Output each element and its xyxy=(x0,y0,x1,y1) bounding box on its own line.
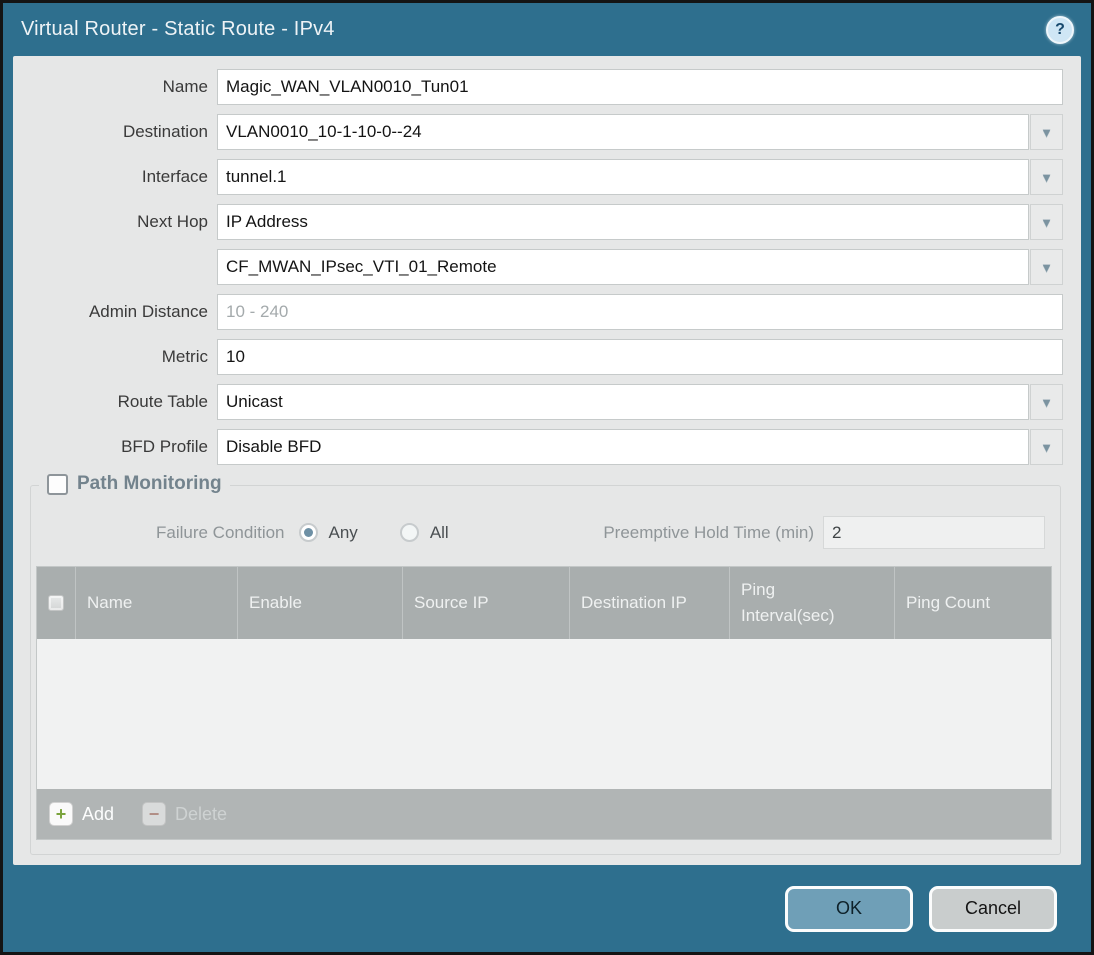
route-table-row: Route Table ▼ xyxy=(13,384,1063,420)
route-table-dropdown-button[interactable]: ▼ xyxy=(1030,384,1063,420)
next-hop-type-input[interactable] xyxy=(217,204,1029,240)
help-icon[interactable]: ? xyxy=(1046,16,1074,44)
chevron-down-icon: ▼ xyxy=(1040,259,1053,275)
cancel-button[interactable]: Cancel xyxy=(929,885,1057,932)
table-header-checkbox-cell xyxy=(37,567,75,639)
path-monitoring-legend: Path Monitoring xyxy=(39,473,230,495)
column-label: Source IP xyxy=(414,593,489,612)
bfd-profile-field: ▼ xyxy=(217,429,1063,465)
ok-button[interactable]: OK xyxy=(785,885,913,932)
bfd-profile-label: BFD Profile xyxy=(121,437,208,456)
route-table-label: Route Table xyxy=(117,392,208,411)
failure-condition-all-label: All xyxy=(429,522,449,542)
select-all-checkbox[interactable] xyxy=(48,595,64,611)
add-button[interactable]: + Add xyxy=(49,802,114,826)
destination-row: Destination ▼ xyxy=(13,114,1063,150)
failure-condition-any-option[interactable]: Any xyxy=(298,522,358,543)
dialog-title: Virtual Router - Static Route - IPv4 xyxy=(21,18,335,40)
admin-distance-input[interactable] xyxy=(217,294,1063,330)
chevron-down-icon: ▼ xyxy=(1040,394,1053,410)
interface-label: Interface xyxy=(141,167,208,186)
destination-input[interactable] xyxy=(217,114,1029,150)
admin-distance-field xyxy=(217,294,1063,330)
chevron-down-icon: ▼ xyxy=(1040,439,1053,455)
next-hop-row: Next Hop ▼ xyxy=(13,204,1063,240)
dialog-body: Name Destination ▼ Interface ▼ xyxy=(13,56,1081,865)
route-table-input[interactable] xyxy=(217,384,1029,420)
next-hop-dropdown-button[interactable]: ▼ xyxy=(1030,204,1063,240)
destination-dropdown-button[interactable]: ▼ xyxy=(1030,114,1063,150)
failure-condition-radio-group: Any All xyxy=(298,522,449,543)
table-toolbar: + Add − Delete xyxy=(37,789,1051,839)
table-empty-body xyxy=(37,639,1051,789)
title-bar: Virtual Router - Static Route - IPv4 ? xyxy=(3,3,1091,53)
chevron-down-icon: ▼ xyxy=(1040,214,1053,230)
delete-button-label: Delete xyxy=(175,803,228,824)
next-hop-address-field: ▼ xyxy=(217,249,1063,285)
bfd-profile-row: BFD Profile ▼ xyxy=(13,429,1063,465)
next-hop-address-input[interactable] xyxy=(217,249,1029,285)
interface-field: ▼ xyxy=(217,159,1063,195)
table-header-ping-count[interactable]: Ping Count xyxy=(894,567,1051,639)
table-header-destination-ip[interactable]: Destination IP xyxy=(569,567,729,639)
next-hop-label: Next Hop xyxy=(137,212,208,231)
column-label: Enable xyxy=(249,593,302,612)
name-input[interactable] xyxy=(217,69,1063,105)
table-header-row: Name Enable Source IP Destination IP Pin… xyxy=(37,567,1051,639)
metric-field xyxy=(217,339,1063,375)
name-row: Name xyxy=(13,69,1063,105)
failure-condition-row: Failure Condition Any All Preemptive Hol… xyxy=(36,516,1052,549)
admin-distance-row: Admin Distance xyxy=(13,294,1063,330)
help-icon-glyph: ? xyxy=(1055,21,1065,38)
column-label: Ping Interval(sec) xyxy=(741,579,835,625)
radio-selected-icon xyxy=(298,523,318,542)
interface-input[interactable] xyxy=(217,159,1029,195)
column-label: Destination IP xyxy=(581,593,687,612)
static-route-dialog: Virtual Router - Static Route - IPv4 ? N… xyxy=(0,0,1094,955)
bfd-profile-input[interactable] xyxy=(217,429,1029,465)
destination-field: ▼ xyxy=(217,114,1063,150)
interface-dropdown-button[interactable]: ▼ xyxy=(1030,159,1063,195)
preemptive-hold-time-label: Preemptive Hold Time (min) xyxy=(603,522,814,542)
minus-icon: − xyxy=(142,802,167,826)
path-monitoring-checkbox[interactable] xyxy=(47,473,68,495)
table-header-ping-interval[interactable]: Ping Interval(sec) xyxy=(729,567,894,639)
failure-condition-all-option[interactable]: All xyxy=(399,522,449,543)
add-button-label: Add xyxy=(82,803,115,824)
table-header-enable[interactable]: Enable xyxy=(237,567,402,639)
metric-input[interactable] xyxy=(217,339,1063,375)
plus-icon: + xyxy=(49,802,73,826)
failure-condition-any-label: Any xyxy=(328,522,358,542)
next-hop-address-row: ▼ xyxy=(13,249,1063,285)
next-hop-address-dropdown-button[interactable]: ▼ xyxy=(1030,249,1063,285)
chevron-down-icon: ▼ xyxy=(1040,124,1053,140)
failure-condition-label: Failure Condition xyxy=(156,522,285,542)
path-monitoring-title: Path Monitoring xyxy=(77,473,222,494)
metric-label: Metric xyxy=(161,347,208,366)
route-table-field: ▼ xyxy=(217,384,1063,420)
name-label: Name xyxy=(162,77,208,96)
table-header-name[interactable]: Name xyxy=(75,567,237,639)
admin-distance-label: Admin Distance xyxy=(88,302,208,321)
path-monitoring-section: Path Monitoring Failure Condition Any Al… xyxy=(30,473,1061,855)
table-header-source-ip[interactable]: Source IP xyxy=(402,567,569,639)
metric-row: Metric xyxy=(13,339,1063,375)
dialog-footer: OK Cancel xyxy=(3,865,1091,952)
radio-unselected-icon xyxy=(399,523,419,542)
next-hop-field: ▼ xyxy=(217,204,1063,240)
name-field xyxy=(217,69,1063,105)
preemptive-hold-time-input[interactable] xyxy=(823,516,1045,549)
column-label: Name xyxy=(87,593,133,612)
path-monitoring-table: Name Enable Source IP Destination IP Pin… xyxy=(36,566,1052,840)
chevron-down-icon: ▼ xyxy=(1040,169,1053,185)
delete-button[interactable]: − Delete xyxy=(142,802,227,826)
destination-label: Destination xyxy=(122,122,208,141)
column-label: Ping Count xyxy=(906,593,991,612)
bfd-profile-dropdown-button[interactable]: ▼ xyxy=(1030,429,1063,465)
interface-row: Interface ▼ xyxy=(13,159,1063,195)
